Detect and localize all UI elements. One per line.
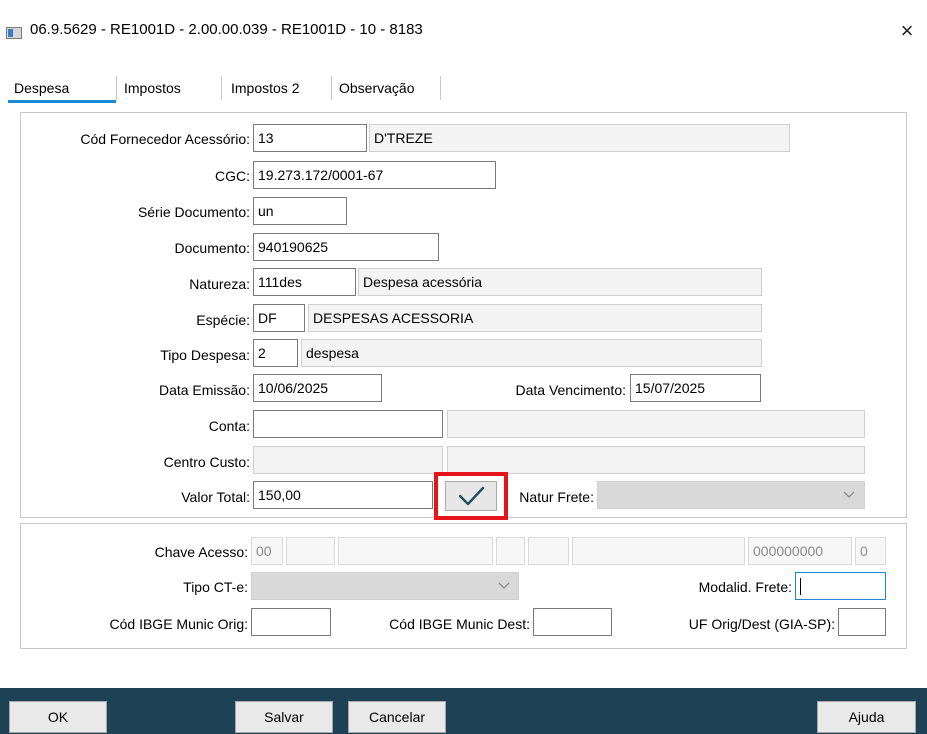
data-emissao-input[interactable]: 10/06/2025: [253, 374, 382, 402]
ok-button[interactable]: OK: [9, 701, 107, 733]
tab-impostos[interactable]: Impostos: [124, 73, 181, 103]
chave-acesso-part-3[interactable]: [338, 537, 493, 565]
tab-separator: [116, 76, 117, 100]
chave-acesso-part-5[interactable]: [528, 537, 569, 565]
natureza-input[interactable]: 111des: [253, 268, 356, 296]
footer-bar: OK Salvar Cancelar Ajuda: [0, 688, 927, 734]
cod-fornecedor-input[interactable]: 13: [253, 124, 367, 152]
ibge-orig-input[interactable]: [251, 608, 331, 636]
tipo-despesa-label: Tipo Despesa:: [160, 347, 250, 363]
especie-label: Espécie:: [196, 312, 250, 328]
natureza-desc-field: Despesa acessória: [358, 268, 762, 296]
data-vencimento-input[interactable]: 15/07/2025: [630, 374, 761, 402]
chave-acesso-part-4[interactable]: [496, 537, 525, 565]
natur-frete-select[interactable]: [597, 481, 865, 509]
chave-acesso-part-8[interactable]: 0: [855, 537, 886, 565]
chevron-down-icon[interactable]: [497, 579, 511, 593]
close-icon[interactable]: ×: [896, 20, 918, 42]
data-emissao-label: Data Emissão:: [158, 382, 250, 398]
conta-desc-field: [447, 410, 865, 438]
uf-orig-dest-input[interactable]: [838, 608, 886, 636]
tipo-despesa-desc-field: despesa: [301, 339, 762, 367]
centro-custo-label: Centro Custo:: [163, 454, 250, 470]
uf-orig-dest-label: UF Orig/Dest (GIA-SP):: [688, 616, 835, 632]
tab-impostos-2[interactable]: Impostos 2: [231, 73, 299, 103]
tab-despesa[interactable]: Despesa: [14, 73, 69, 103]
chave-acesso-part-6[interactable]: [572, 537, 745, 565]
serie-label: Série Documento:: [137, 204, 250, 220]
especie-input[interactable]: DF: [253, 304, 305, 332]
documento-label: Documento:: [174, 240, 250, 256]
chevron-down-icon[interactable]: [842, 488, 856, 502]
tipo-despesa-input[interactable]: 2: [253, 339, 298, 367]
cod-fornecedor-label: Cód Fornecedor Acessório:: [80, 131, 250, 147]
fornecedor-name-field: D'TREZE: [369, 124, 790, 152]
chave-acesso-part-2[interactable]: [286, 537, 335, 565]
tipo-cte-label: Tipo CT-e:: [183, 579, 248, 595]
salvar-button[interactable]: Salvar: [235, 701, 333, 733]
window-title: 06.9.5629 - RE1001D - 2.00.00.039 - RE10…: [30, 21, 423, 38]
chave-acesso-label: Chave Acesso:: [154, 544, 248, 560]
text-cursor: [800, 578, 801, 595]
tab-bar: Despesa Impostos Impostos 2 Observação: [0, 73, 927, 103]
ibge-orig-label: Cód IBGE Munic Orig:: [109, 616, 249, 632]
tipo-cte-select[interactable]: [251, 572, 519, 600]
chave-acesso-part-7[interactable]: 000000000: [748, 537, 852, 565]
cgc-label: CGC:: [215, 168, 250, 184]
serie-input[interactable]: un: [253, 197, 347, 225]
window-app-icon: [6, 26, 22, 39]
chave-acesso-part-1[interactable]: 00: [251, 537, 283, 565]
data-vencimento-label: Data Vencimento:: [515, 382, 626, 398]
modalid-frete-label: Modalid. Frete:: [698, 579, 792, 595]
tab-separator: [331, 76, 332, 100]
natur-frete-label: Natur Frete:: [519, 489, 594, 505]
centro-custo-input[interactable]: [253, 446, 443, 474]
documento-input[interactable]: 940190625: [253, 233, 439, 261]
valor-total-input[interactable]: 150,00: [253, 481, 433, 509]
ajuda-button[interactable]: Ajuda: [817, 701, 916, 733]
active-tab-indicator: [8, 100, 116, 103]
especie-desc-field: DESPESAS ACESSORIA: [308, 304, 762, 332]
conta-input[interactable]: [253, 410, 443, 438]
highlight-box: [434, 472, 508, 520]
modalid-frete-input[interactable]: [795, 572, 886, 600]
title-bar: 06.9.5629 - RE1001D - 2.00.00.039 - RE10…: [0, 0, 927, 62]
tab-observacao[interactable]: Observação: [339, 73, 414, 103]
ibge-dest-input[interactable]: [533, 608, 612, 636]
centro-custo-desc-field: [447, 446, 865, 474]
tab-separator: [221, 76, 222, 100]
natureza-label: Natureza:: [189, 276, 250, 292]
ibge-dest-label: Cód IBGE Munic Dest:: [389, 616, 530, 632]
valor-total-label: Valor Total:: [181, 489, 250, 505]
tab-separator: [440, 76, 441, 100]
conta-label: Conta:: [208, 418, 250, 434]
cancelar-button[interactable]: Cancelar: [348, 701, 446, 733]
cgc-input[interactable]: 19.273.172/0001-67: [253, 161, 496, 189]
